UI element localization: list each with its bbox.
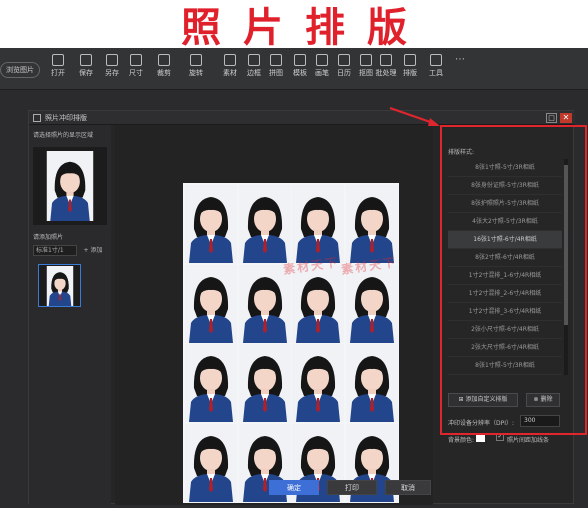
- dialog-title: 照片冲印排版: [45, 114, 87, 122]
- material-icon: [224, 54, 236, 66]
- brush-icon: [316, 54, 328, 66]
- dialog-titlebar: 照片冲印排版 □ ✕: [29, 111, 575, 125]
- layout-photo: [185, 423, 237, 502]
- print-sheet: 素材天下 素材天下: [183, 183, 399, 503]
- banner-title: 照片排版: [181, 5, 429, 51]
- background-color-label: 背景颜色:: [448, 437, 475, 444]
- toolbar-label: 排版: [403, 69, 417, 77]
- toolbar-label: 边框: [247, 69, 261, 77]
- toolbar-crop-button[interactable]: 裁剪: [150, 54, 178, 86]
- banner: 照片排版: [0, 0, 588, 51]
- layout-photo: [238, 264, 291, 343]
- layout-photo: [238, 185, 291, 263]
- template-icon: [294, 54, 306, 66]
- toolbar-label: 另存: [105, 69, 119, 77]
- close-icon[interactable]: ✕: [560, 113, 572, 123]
- layout-photo: [292, 264, 344, 343]
- toolbar-label: 拼图: [269, 69, 283, 77]
- line-spacing-label: 照片间距加线条: [507, 437, 550, 444]
- toolbar: 浏览图片 打开 保存 另存 尺寸 裁剪 旋转 素材 边框 拼图 模板 画笔 日历 抠图 批处理 排版 工具 ⋯: [0, 48, 588, 90]
- layout-photo: [185, 264, 237, 343]
- layout-icon: [404, 54, 416, 66]
- portrait-image: [43, 151, 97, 221]
- layout-photo: [345, 185, 398, 263]
- layout-photo: [238, 344, 291, 422]
- save-icon: [80, 54, 92, 66]
- toolbar-label: 模板: [293, 69, 307, 77]
- maximize-icon[interactable]: □: [546, 113, 557, 123]
- toolbar-label: 画笔: [315, 69, 329, 77]
- source-photo-preview[interactable]: [33, 147, 107, 225]
- toolbar-rotate-button[interactable]: 旋转: [182, 54, 210, 86]
- toolbar-label: 打开: [51, 69, 65, 77]
- toolbar-label: 裁剪: [157, 69, 171, 77]
- layout-photo: [345, 344, 398, 422]
- highlight-box: [440, 125, 587, 435]
- left-panel: 请选择照片的显示区域 请添加照片 标准1寸/1 + 添加: [29, 125, 111, 505]
- rotate-icon: [190, 54, 202, 66]
- tools-icon: [430, 54, 442, 66]
- add-photo-label: 请添加照片: [33, 234, 64, 241]
- layout-preview-area: 素材天下 素材天下 确定 打印 取消: [115, 125, 433, 505]
- resize-icon: [130, 54, 142, 66]
- preview-label: 请选择照片的显示区域: [33, 132, 94, 139]
- photo-thumbnail[interactable]: [38, 264, 81, 307]
- layout-photo: [292, 185, 344, 263]
- dialog-app-icon: [33, 114, 41, 122]
- add-photo-button[interactable]: + 添加: [79, 245, 107, 256]
- toolbar-label: 素材: [223, 69, 237, 77]
- toolbar-label: 旋转: [189, 69, 203, 77]
- portrait-image: [42, 266, 78, 306]
- toolbar-label: 尺寸: [129, 69, 143, 77]
- calendar-icon: [338, 54, 350, 66]
- layout-photo: [185, 344, 237, 422]
- toolbar-resize-button[interactable]: 尺寸: [122, 54, 150, 86]
- collage-icon: [270, 54, 282, 66]
- cutout-icon: [360, 54, 372, 66]
- batch-icon: [380, 54, 392, 66]
- toolbar-save-button[interactable]: 保存: [72, 54, 100, 86]
- toolbar-label: 保存: [79, 69, 93, 77]
- open-icon: [52, 54, 64, 66]
- toolbar-open-button[interactable]: 打开: [44, 54, 72, 86]
- save-as-icon: [106, 54, 118, 66]
- crop-icon: [158, 54, 170, 66]
- cancel-button[interactable]: 取消: [385, 480, 431, 495]
- toolbar-more-icon[interactable]: ⋯: [446, 54, 474, 86]
- photo-size-select[interactable]: 标准1寸/1: [33, 245, 77, 256]
- toolbar-label: 日历: [337, 69, 351, 77]
- ok-button[interactable]: 确定: [269, 480, 319, 495]
- toolbar-label: 工具: [429, 69, 443, 77]
- browse-images-button[interactable]: 浏览图片: [0, 62, 40, 78]
- border-icon: [248, 54, 260, 66]
- layout-photo: [292, 344, 344, 422]
- print-button[interactable]: 打印: [327, 480, 377, 495]
- toolbar-layout-button[interactable]: 排版: [396, 54, 424, 86]
- layout-photo: [185, 185, 237, 263]
- toolbar-label: 抠图: [359, 69, 373, 77]
- toolbar-label: 批处理: [375, 69, 397, 77]
